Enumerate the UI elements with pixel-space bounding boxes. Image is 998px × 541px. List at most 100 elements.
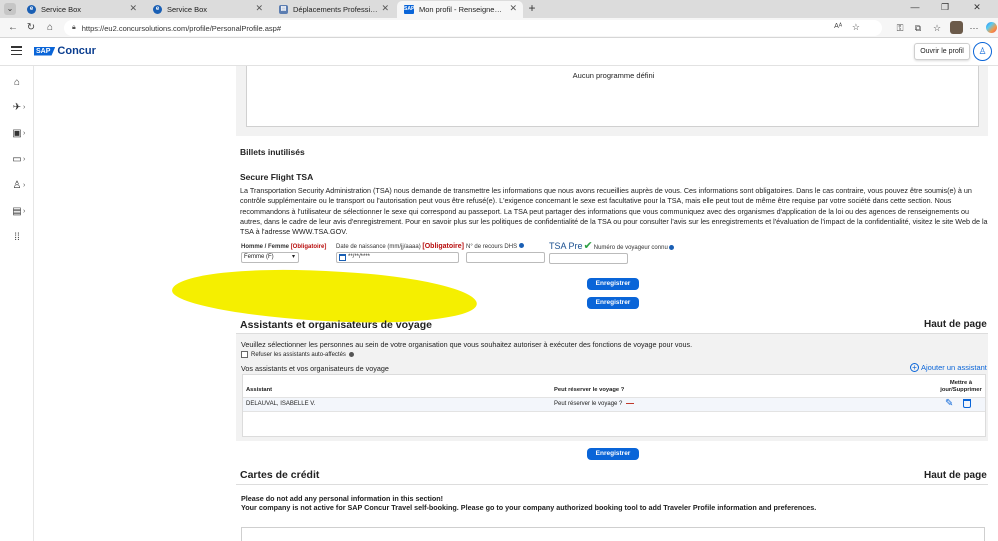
profile-nav-icon[interactable]: ♙ › bbox=[0, 177, 34, 195]
checkmark-icon: ✔ bbox=[583, 240, 593, 252]
trips-nav-icon[interactable]: ▣ › bbox=[0, 125, 34, 143]
read-aloud-icon[interactable]: Aᴬ bbox=[834, 23, 842, 30]
close-tab-icon[interactable]: ✕ bbox=[509, 3, 517, 14]
refuse-assistants-row: Refuser les assistants auto-affectés bbox=[241, 351, 354, 358]
reports-nav-icon[interactable]: ▤ › bbox=[0, 203, 34, 221]
secure-flight-title: Secure Flight TSA bbox=[240, 172, 314, 182]
back-icon[interactable]: ← bbox=[6, 21, 20, 35]
page-icon: ▤ bbox=[279, 5, 288, 14]
home-icon[interactable]: ⌂ bbox=[43, 21, 57, 35]
left-nav: ⌂ ✈︎ › ▣ › ▭ › ♙ › ▤ › ⁞⁞ bbox=[0, 66, 34, 541]
concur-wordmark: Concur bbox=[57, 45, 96, 57]
app-header: SAP Concur Ouvrir le profil ♙ bbox=[0, 38, 998, 66]
dob-label: Date de naissance (mm/jj/aaaa) bbox=[336, 244, 421, 250]
edge-ie-icon: e bbox=[27, 5, 36, 14]
loyalty-panel: Aucun programme défini bbox=[236, 66, 988, 136]
more-menu-icon[interactable]: ⋯ bbox=[967, 21, 981, 35]
gender-select[interactable]: Femme (F) ▾ bbox=[241, 252, 299, 263]
collections-icon[interactable]: ⧉ bbox=[911, 21, 925, 35]
credit-cards-box bbox=[241, 527, 985, 541]
assistants-top-link[interactable]: Haut de page bbox=[924, 319, 987, 330]
no-dash-icon bbox=[626, 402, 635, 405]
credit-cards-warning: Please do not add any personal informati… bbox=[241, 494, 444, 503]
close-tab-icon[interactable]: ✕ bbox=[129, 3, 137, 14]
save-button-2[interactable]: Enregistrer bbox=[587, 297, 639, 309]
assistants-list-title: Vos assistants et vos organisateurs de v… bbox=[241, 364, 389, 373]
can-book-value: Peut réserver le voyage ? bbox=[554, 401, 635, 407]
browser-tab[interactable]: e Service Box ✕ bbox=[146, 1, 269, 18]
tsa-pre-logo: TSA Pre bbox=[549, 241, 583, 251]
sap-concur-logo[interactable]: SAP Concur bbox=[34, 45, 96, 57]
dob-input[interactable]: **/**/**** bbox=[336, 252, 459, 263]
user-avatar[interactable] bbox=[950, 21, 963, 34]
credit-cards-title: Cartes de crédit bbox=[240, 469, 320, 481]
edit-pencil-icon[interactable]: ✎ bbox=[945, 398, 953, 409]
close-window-icon[interactable]: ✕ bbox=[970, 2, 984, 16]
browser-toolbar: ← ↻ ⌂ 🔒︎ https://eu2.concursolutions.com… bbox=[0, 18, 998, 38]
minimize-icon[interactable]: — bbox=[908, 2, 922, 16]
plus-circle-icon: + bbox=[910, 363, 919, 372]
browser-tab-strip: ⌄ e Service Box ✕ e Service Box ✕ ▤ Dépl… bbox=[0, 0, 998, 18]
secure-flight-paragraph: La Transportation Security Administratio… bbox=[240, 186, 988, 237]
table-row: DELAUVAL, ISABELLE V. Peut réserver le v… bbox=[243, 397, 985, 412]
assistants-save-button[interactable]: Enregistrer bbox=[587, 448, 639, 460]
gender-label: Homme / Femme bbox=[241, 244, 290, 250]
help-icon[interactable] bbox=[518, 243, 524, 248]
column-header: Mettre à jour/Supprimer bbox=[940, 380, 982, 393]
tab-actions-icon[interactable]: ⌄ bbox=[4, 3, 16, 15]
browser-tab-active[interactable]: SAP Mon profil - Renseignements per ✕ bbox=[397, 1, 523, 18]
refuse-assistants-checkbox[interactable] bbox=[241, 351, 248, 358]
help-icon[interactable] bbox=[348, 352, 354, 357]
profile-button[interactable]: ♙ bbox=[973, 42, 992, 61]
credit-cards-notice: Your company is not active for SAP Concu… bbox=[241, 503, 817, 512]
add-assistant-link[interactable]: + Ajouter un assistant bbox=[910, 363, 987, 372]
copilot-icon[interactable] bbox=[986, 22, 997, 33]
ktn-input[interactable] bbox=[549, 253, 628, 264]
gender-field: Homme / Femme [Obligatoire] Femme (F) ▾ bbox=[241, 244, 326, 263]
profile-tooltip: Ouvrir le profil bbox=[914, 43, 970, 60]
new-tab-button[interactable]: + bbox=[526, 1, 538, 15]
edge-ie-icon: e bbox=[153, 5, 162, 14]
sap-logo: SAP bbox=[34, 46, 56, 56]
ktn-field: TSA Pre ✔ Numéro de voyageur connu bbox=[549, 241, 674, 264]
help-icon[interactable] bbox=[668, 245, 674, 250]
column-header: Peut réserver le voyage ? bbox=[554, 387, 625, 393]
save-button[interactable]: Enregistrer bbox=[587, 278, 639, 290]
favorite-star-icon[interactable]: ☆ bbox=[852, 22, 860, 33]
unused-tickets-title: Billets inutilisés bbox=[240, 147, 305, 157]
ktn-label: Numéro de voyageur connu bbox=[593, 245, 668, 251]
loyalty-empty-text: Aucun programme défini bbox=[572, 71, 655, 80]
loyalty-inner-box: Aucun programme défini bbox=[246, 66, 979, 127]
close-tab-icon[interactable]: ✕ bbox=[381, 3, 389, 14]
assistants-description: Veuillez sélectionner les personnes au s… bbox=[241, 340, 693, 349]
chevron-down-icon: ▾ bbox=[291, 254, 295, 260]
close-tab-icon[interactable]: ✕ bbox=[255, 3, 263, 14]
url-text: https://eu2.concursolutions.com/profile/… bbox=[81, 23, 282, 33]
browser-tab[interactable]: ▤ Déplacements Professionnels - Tr ✕ bbox=[272, 1, 395, 18]
browser-tab[interactable]: e Service Box ✕ bbox=[20, 1, 143, 18]
reload-icon[interactable]: ↻ bbox=[24, 21, 38, 35]
travel-nav-icon[interactable]: ✈︎ › bbox=[0, 99, 34, 117]
address-bar[interactable]: 🔒︎ https://eu2.concursolutions.com/profi… bbox=[64, 20, 882, 36]
column-header: Assistant bbox=[246, 387, 273, 393]
calendar-icon[interactable] bbox=[339, 254, 346, 261]
lock-icon: 🔒︎ bbox=[72, 24, 76, 31]
dhs-input[interactable] bbox=[466, 252, 545, 263]
credit-cards-divider bbox=[236, 484, 988, 485]
expense-nav-icon[interactable]: ▭ › bbox=[0, 151, 34, 169]
home-nav-icon[interactable]: ⌂ bbox=[0, 74, 34, 92]
favorites-bar-icon[interactable]: ☆ bbox=[930, 21, 944, 35]
dhs-field: N° de recours DHS bbox=[466, 243, 545, 263]
dob-required-tag: [Obligatoire] bbox=[422, 243, 465, 250]
hamburger-menu-icon[interactable] bbox=[11, 46, 22, 56]
assistant-name: DELAUVAL, ISABELLE V. bbox=[246, 401, 316, 407]
refuse-assistants-label: Refuser les assistants auto-affectés bbox=[251, 351, 346, 358]
credit-cards-top-link[interactable]: Haut de page bbox=[924, 470, 987, 481]
apps-nav-icon[interactable]: ⁞⁞ bbox=[0, 229, 34, 247]
sap-icon: SAP bbox=[404, 5, 415, 14]
restore-icon[interactable]: ❐ bbox=[938, 2, 952, 16]
required-tag: [Obligatoire] bbox=[290, 244, 327, 250]
dob-field: Date de naissance (mm/jj/aaaa) [Obligato… bbox=[336, 243, 464, 263]
delete-trash-icon[interactable] bbox=[963, 399, 971, 408]
favorites-icon[interactable]: ⚿ bbox=[893, 21, 907, 35]
